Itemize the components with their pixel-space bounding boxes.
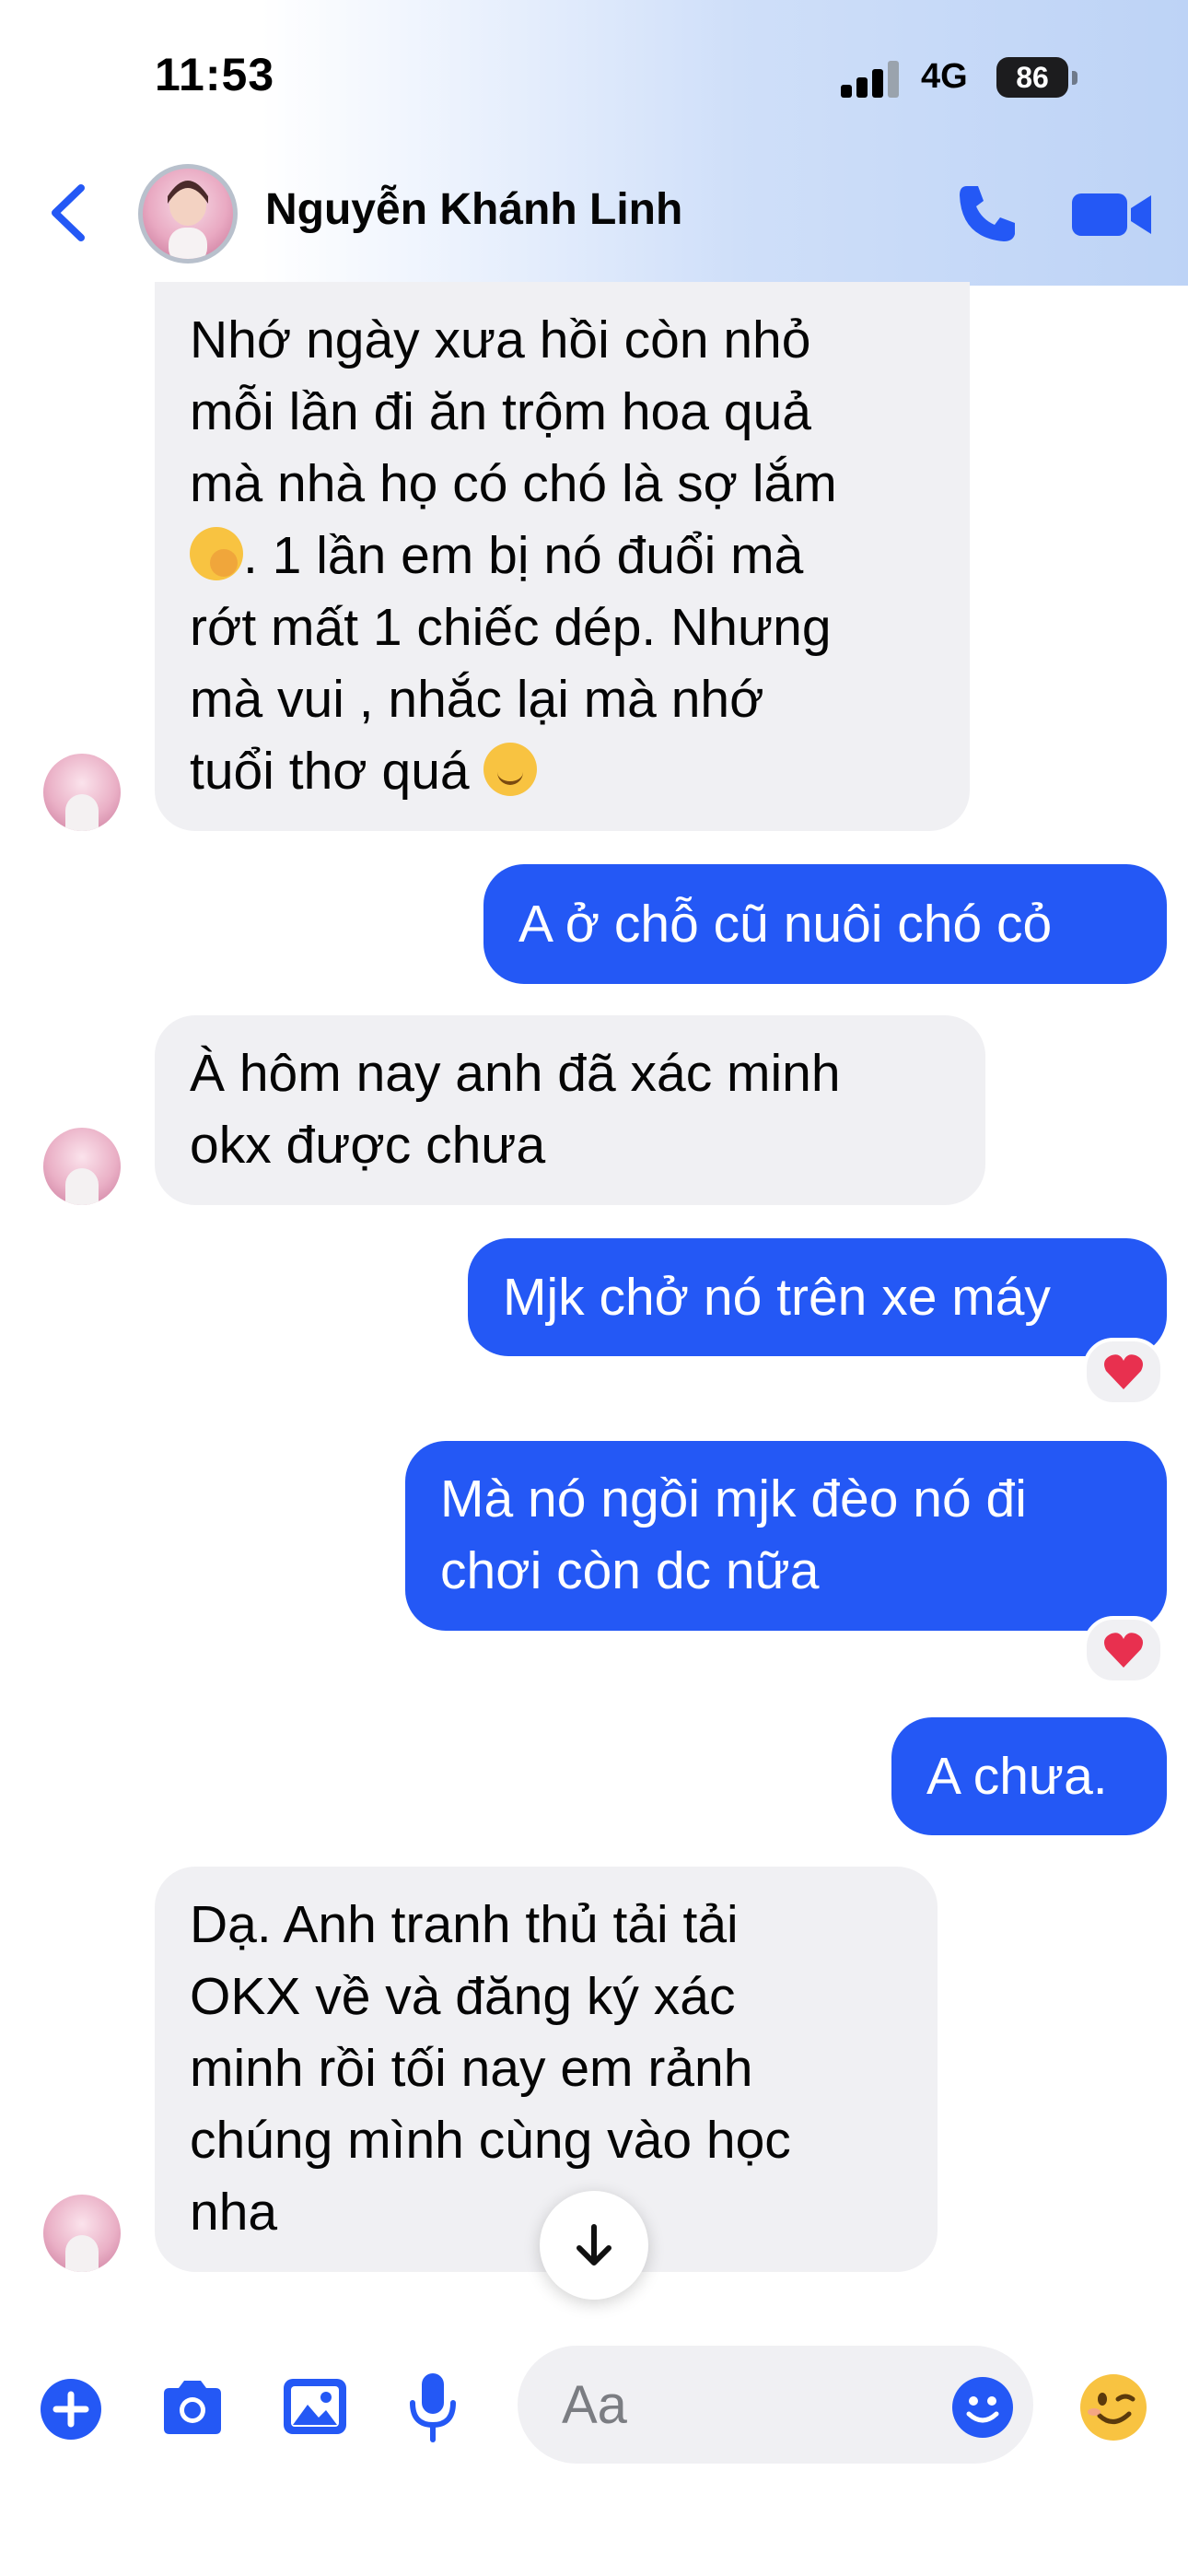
call-button[interactable] [954,181,1020,247]
status-time: 11:53 [155,49,275,100]
battery-icon: 86 [996,57,1068,98]
microphone-icon [410,2373,456,2442]
message-line: okx được chưa [190,1116,546,1175]
sender-avatar[interactable] [43,754,121,831]
camera-icon [164,2381,221,2434]
heart-icon [1104,1633,1143,1668]
message-line: A chưa. [926,1747,1108,1806]
network-type: 4G [921,57,968,96]
image-icon [284,2379,346,2434]
emoji-button[interactable] [950,2375,1015,2440]
battery-cap [1072,71,1077,85]
battery-level: 86 [1016,60,1049,94]
heart-reaction[interactable] [1083,1616,1164,1684]
message-line: Dạ. Anh tranh thủ tải tải [190,1895,739,1954]
message-bubble-outgoing[interactable]: Mjk chở nó trên xe máy [468,1238,1167,1356]
message-line: chơi còn dc nữa [440,1541,820,1600]
message-line: rớt mất 1 chiếc dép. Nhưng [190,598,832,657]
message-line: OKX về và đăng ký xác [190,1967,736,2026]
message-line: mà nhà họ có chó là sợ lắm [190,454,837,513]
smiling-face-icon [483,743,538,796]
message-line: . 1 lần em bị nó đuổi mà [243,526,804,585]
message-line: À hôm nay anh đã xác minh [190,1044,841,1103]
winking-face-icon [1080,2374,1147,2441]
face-with-hand-over-mouth-icon [190,527,243,580]
plus-icon [41,2379,101,2440]
message-line: chúng mình cùng vào học [190,2111,791,2170]
message-line: tuổi thơ quá [190,742,470,801]
emoji-icon [952,2377,1013,2438]
back-button[interactable] [41,179,96,247]
phone-icon [960,186,1015,241]
message-line: Mà nó ngồi mjk đèo nó đi [440,1469,1027,1528]
scroll-to-bottom-button[interactable] [540,2191,648,2300]
contact-avatar[interactable] [138,164,238,263]
voice-button[interactable] [405,2370,460,2445]
heart-reaction[interactable] [1083,1338,1164,1406]
message-bubble-incoming[interactable]: Dạ. Anh tranh thủ tải tải OKX về và đăng… [155,1867,938,2272]
message-line: Mjk chở nó trên xe máy [503,1268,1051,1327]
message-bubble-incoming[interactable]: À hôm nay anh đã xác minh okx được chưa [155,1015,985,1205]
add-button[interactable] [39,2377,103,2441]
message-line: mỗi lần đi ăn trộm hoa quả [190,382,811,441]
video-call-button[interactable] [1068,188,1157,241]
quick-reaction-button[interactable] [1077,2371,1149,2443]
message-bubble-outgoing[interactable]: A ở chỗ cũ nuôi chó cỏ [483,864,1167,984]
cellular-signal-icon [841,61,900,98]
sender-avatar[interactable] [43,1128,121,1205]
message-line: minh rồi tối nay em rảnh [190,2039,753,2098]
message-line: Nhớ ngày xưa hồi còn nhỏ [190,310,811,369]
chevron-left-icon [52,184,85,241]
heart-icon [1104,1354,1143,1389]
contact-name[interactable]: Nguyễn Khánh Linh [265,184,682,235]
message-bubble-incoming[interactable]: Nhớ ngày xưa hồi còn nhỏ mỗi lần đi ăn t… [155,282,970,831]
arrow-down-icon [577,2224,611,2266]
message-line: mà vui , nhắc lại mà nhớ [190,670,764,729]
video-camera-icon [1072,193,1151,236]
sender-avatar[interactable] [43,2195,121,2272]
message-input-placeholder: Aa [562,2375,627,2435]
avatar-portrait [168,181,208,259]
message-line: A ở chỗ cũ nuôi chó cỏ [518,895,1053,954]
message-bubble-outgoing[interactable]: A chưa. [891,1717,1167,1835]
message-bubble-outgoing[interactable]: Mà nó ngồi mjk đèo nó đi chơi còn dc nữa [405,1441,1167,1631]
camera-button[interactable] [157,2375,228,2441]
gallery-button[interactable] [280,2373,350,2440]
